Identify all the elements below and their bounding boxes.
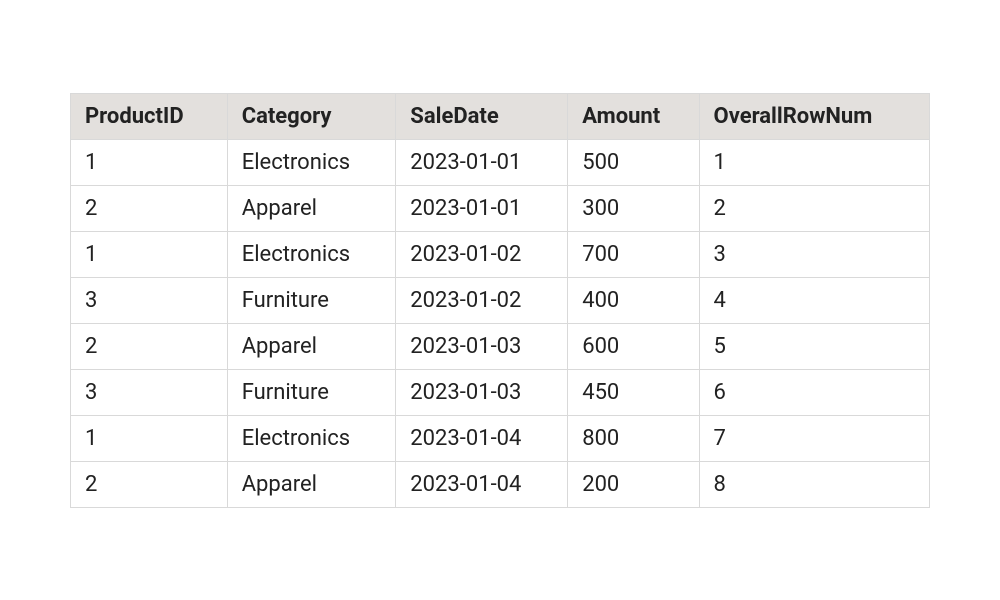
cell-amount: 600 bbox=[568, 323, 699, 369]
cell-amount: 300 bbox=[568, 185, 699, 231]
cell-saledate: 2023-01-01 bbox=[396, 139, 568, 185]
cell-saledate: 2023-01-03 bbox=[396, 369, 568, 415]
table-row: 2 Apparel 2023-01-04 200 8 bbox=[71, 461, 930, 507]
cell-productid: 2 bbox=[71, 323, 228, 369]
cell-category: Apparel bbox=[227, 461, 396, 507]
cell-amount: 200 bbox=[568, 461, 699, 507]
cell-saledate: 2023-01-04 bbox=[396, 461, 568, 507]
cell-category: Electronics bbox=[227, 139, 396, 185]
table-row: 1 Electronics 2023-01-02 700 3 bbox=[71, 231, 930, 277]
cell-overallrownum: 4 bbox=[699, 277, 929, 323]
cell-category: Furniture bbox=[227, 277, 396, 323]
col-header-category: Category bbox=[227, 93, 396, 139]
cell-productid: 1 bbox=[71, 415, 228, 461]
cell-amount: 400 bbox=[568, 277, 699, 323]
col-header-amount: Amount bbox=[568, 93, 699, 139]
cell-amount: 700 bbox=[568, 231, 699, 277]
cell-overallrownum: 2 bbox=[699, 185, 929, 231]
cell-productid: 3 bbox=[71, 369, 228, 415]
table-row: 3 Furniture 2023-01-03 450 6 bbox=[71, 369, 930, 415]
table-body: 1 Electronics 2023-01-01 500 1 2 Apparel… bbox=[71, 139, 930, 507]
cell-productid: 3 bbox=[71, 277, 228, 323]
cell-category: Apparel bbox=[227, 185, 396, 231]
cell-productid: 2 bbox=[71, 185, 228, 231]
cell-overallrownum: 1 bbox=[699, 139, 929, 185]
table-header-row: ProductID Category SaleDate Amount Overa… bbox=[71, 93, 930, 139]
col-header-productid: ProductID bbox=[71, 93, 228, 139]
cell-overallrownum: 3 bbox=[699, 231, 929, 277]
table-row: 2 Apparel 2023-01-01 300 2 bbox=[71, 185, 930, 231]
cell-amount: 500 bbox=[568, 139, 699, 185]
cell-category: Electronics bbox=[227, 231, 396, 277]
cell-category: Apparel bbox=[227, 323, 396, 369]
cell-amount: 800 bbox=[568, 415, 699, 461]
cell-productid: 1 bbox=[71, 231, 228, 277]
col-header-saledate: SaleDate bbox=[396, 93, 568, 139]
cell-saledate: 2023-01-01 bbox=[396, 185, 568, 231]
table-row: 1 Electronics 2023-01-01 500 1 bbox=[71, 139, 930, 185]
table-header: ProductID Category SaleDate Amount Overa… bbox=[71, 93, 930, 139]
cell-saledate: 2023-01-04 bbox=[396, 415, 568, 461]
cell-overallrownum: 5 bbox=[699, 323, 929, 369]
data-table: ProductID Category SaleDate Amount Overa… bbox=[70, 93, 930, 508]
cell-category: Electronics bbox=[227, 415, 396, 461]
cell-saledate: 2023-01-02 bbox=[396, 231, 568, 277]
cell-category: Furniture bbox=[227, 369, 396, 415]
col-header-overallrownum: OverallRowNum bbox=[699, 93, 929, 139]
cell-saledate: 2023-01-02 bbox=[396, 277, 568, 323]
cell-productid: 2 bbox=[71, 461, 228, 507]
cell-overallrownum: 8 bbox=[699, 461, 929, 507]
table-row: 1 Electronics 2023-01-04 800 7 bbox=[71, 415, 930, 461]
cell-overallrownum: 6 bbox=[699, 369, 929, 415]
cell-saledate: 2023-01-03 bbox=[396, 323, 568, 369]
cell-productid: 1 bbox=[71, 139, 228, 185]
table-row: 2 Apparel 2023-01-03 600 5 bbox=[71, 323, 930, 369]
data-table-container: ProductID Category SaleDate Amount Overa… bbox=[70, 93, 930, 508]
cell-amount: 450 bbox=[568, 369, 699, 415]
cell-overallrownum: 7 bbox=[699, 415, 929, 461]
table-row: 3 Furniture 2023-01-02 400 4 bbox=[71, 277, 930, 323]
